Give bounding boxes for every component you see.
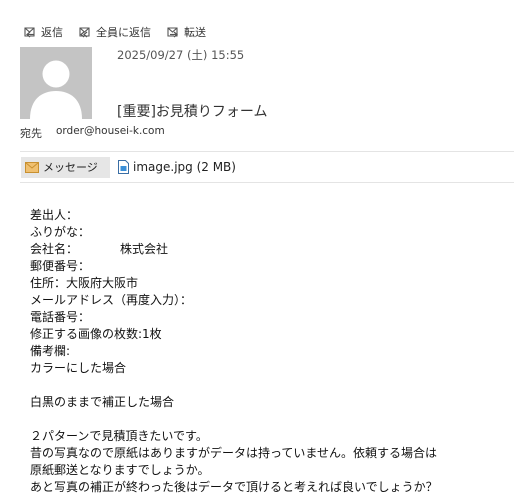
mail-body-line: 住所：大阪府大阪市	[30, 276, 139, 290]
message-tabs: メッセージ image.jpg (2 MB)	[21, 156, 236, 178]
mail-body-line: 差出人：	[30, 208, 79, 222]
person-placeholder-icon	[20, 47, 92, 119]
envelope-icon	[25, 161, 39, 173]
reply-icon	[24, 27, 35, 38]
tab-message-label: メッセージ	[43, 161, 98, 174]
to-label: 宛先	[20, 127, 42, 140]
header-divider	[20, 151, 514, 152]
forward-button[interactable]: 転送	[165, 24, 206, 40]
tab-message[interactable]: メッセージ	[21, 156, 110, 178]
mail-body-line: 白黒のままで補正した場合	[30, 395, 175, 409]
mail-body-line: メールアドレス（再度入力）：	[30, 293, 193, 307]
reply-button[interactable]: 返信	[22, 24, 63, 40]
mail-body-line: 会社名： 株式会社	[30, 242, 169, 256]
forward-label: 転送	[184, 26, 206, 39]
mail-body-line: 郵便番号：	[30, 259, 91, 273]
mail-body-line	[30, 377, 512, 394]
mail-body-line: 昔の写真なので原紙はありますがデータは持っていません。依頼する場合は	[30, 446, 438, 460]
mail-subject: [重要]お見積りフォーム	[117, 104, 268, 120]
recipient-row: 宛先 order@housei-k.com	[20, 125, 165, 141]
sender-avatar	[20, 47, 92, 119]
mail-toolbar: 返信 全員に返信 転送	[22, 24, 206, 40]
mail-body-line: 原紙郵送となりますでしょうか。	[30, 463, 210, 477]
mail-body-line	[30, 411, 512, 428]
mail-body-line: 電話番号：	[30, 310, 91, 324]
mail-body-line: ふりがな：	[30, 225, 91, 239]
reply-all-button[interactable]: 全員に返信	[77, 24, 151, 40]
reply-label: 返信	[41, 26, 63, 39]
mail-body-line: 修正する画像の枚数:1枚	[30, 327, 162, 341]
sent-date: 2025/09/27 (土) 15:55	[117, 48, 245, 62]
attachment-label: image.jpg (2 MB)	[133, 160, 236, 174]
mail-body-line: ２パターンで見積頂きたいです。	[30, 429, 208, 443]
attachment-item[interactable]: image.jpg (2 MB)	[118, 160, 236, 174]
mail-body-line: あと写真の補正が終わった後はデータで頂けると考えれば良いでしょうか？	[30, 480, 438, 494]
mail-body-line: 備考欄:	[30, 344, 71, 358]
image-file-icon	[118, 160, 129, 174]
mail-body-line: カラーにした場合	[30, 361, 127, 375]
to-address[interactable]: order@housei-k.com	[56, 125, 165, 141]
reply-all-label: 全員に返信	[96, 26, 151, 39]
forward-icon	[167, 27, 178, 38]
tabs-divider	[20, 182, 514, 183]
mail-body: 差出人： ふりがな： 会社名： 株式会社 郵便番号： 住所：大阪府大阪市メールアドレス（…	[30, 207, 512, 496]
reply-all-icon	[79, 27, 90, 38]
